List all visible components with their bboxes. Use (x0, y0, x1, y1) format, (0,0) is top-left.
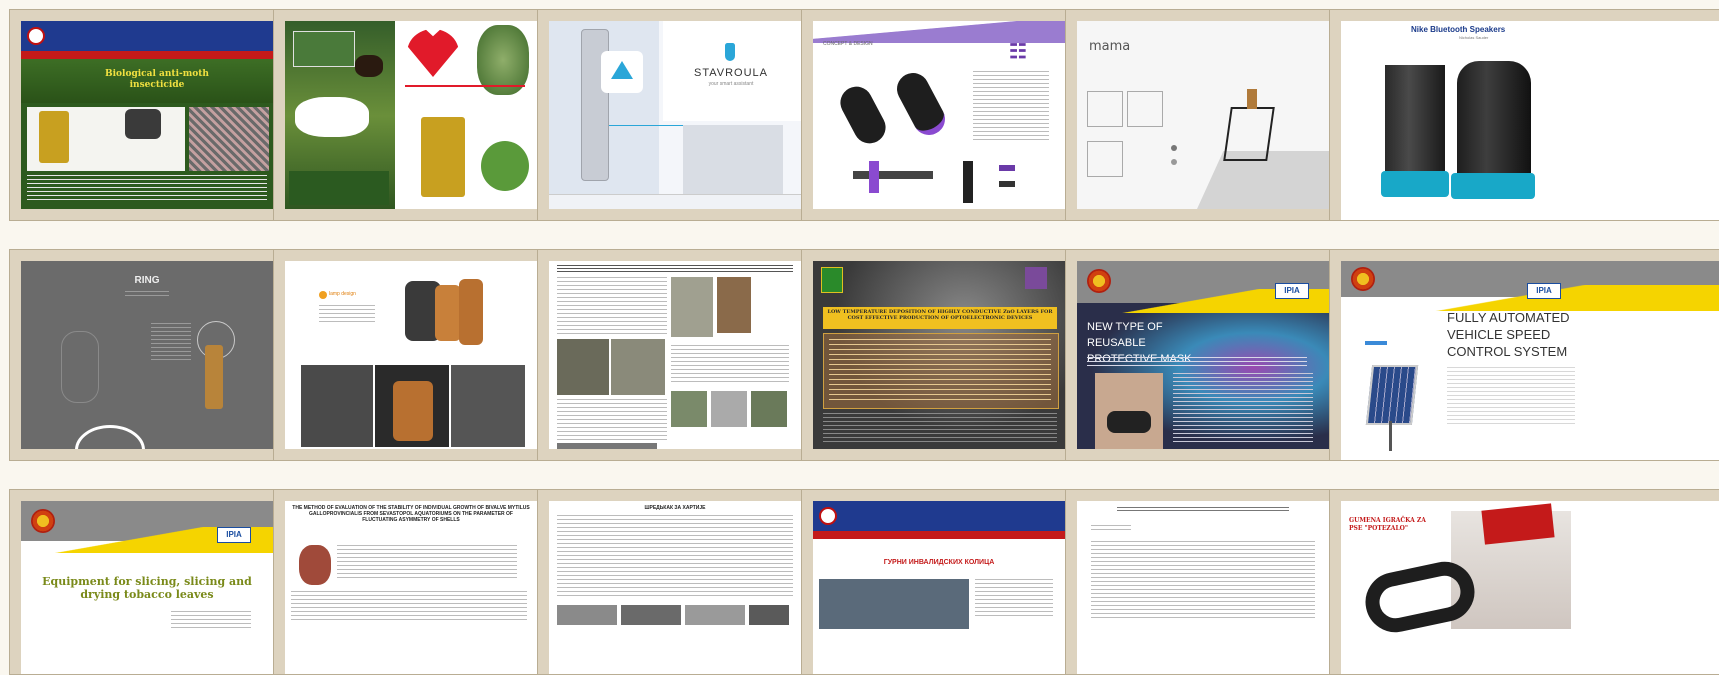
poster-thumbnail: STAVROULA your smart assistant (549, 21, 801, 209)
poster-thumbnail: IPIA NEW TYPE OF REUSABLE PROTECTIVE MAS… (1077, 261, 1329, 449)
gallery-item-3[interactable]: STAVROULA your smart assistant (537, 9, 813, 221)
poster-thumbnail: IPIA Equipment for slicing, slicing and … (21, 501, 273, 674)
gallery-item-13[interactable]: IPIA Equipment for slicing, slicing and … (9, 489, 285, 675)
ipia-badge: IPIA (217, 527, 251, 543)
poster-thumbnail: ГУРНИ ИНВАЛИДСКИХ КОЛИЦА (813, 501, 1065, 674)
poster-thumbnail: mama (1077, 21, 1329, 209)
poster-title: Equipment for slicing, slicing and dryin… (42, 575, 252, 601)
ipia-badge: IPIA (1527, 283, 1561, 299)
poster-title: FULLY AUTOMATED VEHICLE SPEED CONTROL SY… (1447, 310, 1570, 359)
poster-title: LOW TEMPERATURE DEPOSITION OF HIGHLY CON… (827, 309, 1053, 321)
poster-thumbnail: IPIA FULLY AUTOMATED VEHICLE SPEED CONTR… (1341, 261, 1719, 460)
gallery-item-5[interactable]: mama (1065, 9, 1341, 221)
gallery-item-2[interactable] (273, 9, 549, 221)
gallery-item-8[interactable]: lamp design (273, 249, 549, 461)
gallery-item-11[interactable]: IPIA NEW TYPE OF REUSABLE PROTECTIVE MAS… (1065, 249, 1341, 461)
gallery-item-15[interactable]: ШРЕДЬКАК ЗА ХАРТИЈЕ (537, 489, 813, 675)
product-title: Nike Bluetooth Speakers (1411, 25, 1506, 34)
brand-text: lamp design (329, 291, 356, 297)
gallery-item-12[interactable]: IPIA FULLY AUTOMATED VEHICLE SPEED CONTR… (1329, 249, 1719, 461)
poster-thumbnail: Biological anti-moth insecticide (21, 21, 273, 209)
gallery-item-9[interactable] (537, 249, 813, 461)
poster-thumbnail (549, 261, 801, 449)
poster-thumbnail: RING (21, 261, 273, 449)
poster-thumbnail: Nike Bluetooth Speakers Nicholas Sauder (1341, 21, 1719, 220)
product-subtitle: Nicholas Sauder (1459, 35, 1489, 40)
brand-title: mama (1089, 39, 1131, 54)
poster-thumbnail: CONCEPT & DESIGN ☷ (813, 21, 1065, 209)
poster-title: THE METHOD OF EVALUATION OF THE STABILIT… (292, 505, 530, 523)
poster-title: Biological anti-moth insecticide (105, 69, 209, 90)
gallery-item-1[interactable]: Biological anti-moth insecticide (9, 9, 285, 221)
poster-thumbnail (285, 21, 537, 209)
gallery-item-17[interactable] (1065, 489, 1341, 675)
poster-thumbnail (1077, 501, 1329, 674)
brand-subtitle: your smart assistant (708, 81, 754, 87)
gallery-item-10[interactable]: LOW TEMPERATURE DEPOSITION OF HIGHLY CON… (801, 249, 1077, 461)
gallery-item-6[interactable]: Nike Bluetooth Speakers Nicholas Sauder (1329, 9, 1719, 221)
poster-title: ГУРНИ ИНВАЛИДСКИХ КОЛИЦА (883, 559, 995, 566)
gallery-item-7[interactable]: RING (9, 249, 285, 461)
gallery-item-4[interactable]: CONCEPT & DESIGN ☷ (801, 9, 1077, 221)
brand-text: CONCEPT & DESIGN (823, 41, 873, 47)
poster-thumbnail: GUMENA IGRAČKA ZA PSE "POTEZALO" (1341, 501, 1719, 674)
product-title: RING (134, 275, 160, 286)
ipia-badge: IPIA (1275, 283, 1309, 299)
poster-thumbnail: lamp design (285, 261, 537, 449)
poster-title: ШРЕДЬКАК ЗА ХАРТИЈЕ (644, 505, 706, 511)
gallery-item-18[interactable]: GUMENA IGRAČKA ZA PSE "POTEZALO" (1329, 489, 1719, 675)
poster-thumbnail: ШРЕДЬКАК ЗА ХАРТИЈЕ (549, 501, 801, 674)
poster-thumbnail: THE METHOD OF EVALUATION OF THE STABILIT… (285, 501, 537, 674)
poster-thumbnail: LOW TEMPERATURE DEPOSITION OF HIGHLY CON… (813, 261, 1065, 449)
brand-title: STAVROULA (694, 67, 768, 79)
gallery-item-14[interactable]: THE METHOD OF EVALUATION OF THE STABILIT… (273, 489, 549, 675)
poster-title: GUMENA IGRAČKA ZA PSE "POTEZALO" (1349, 517, 1426, 532)
gallery-item-16[interactable]: ГУРНИ ИНВАЛИДСКИХ КОЛИЦА (801, 489, 1077, 675)
